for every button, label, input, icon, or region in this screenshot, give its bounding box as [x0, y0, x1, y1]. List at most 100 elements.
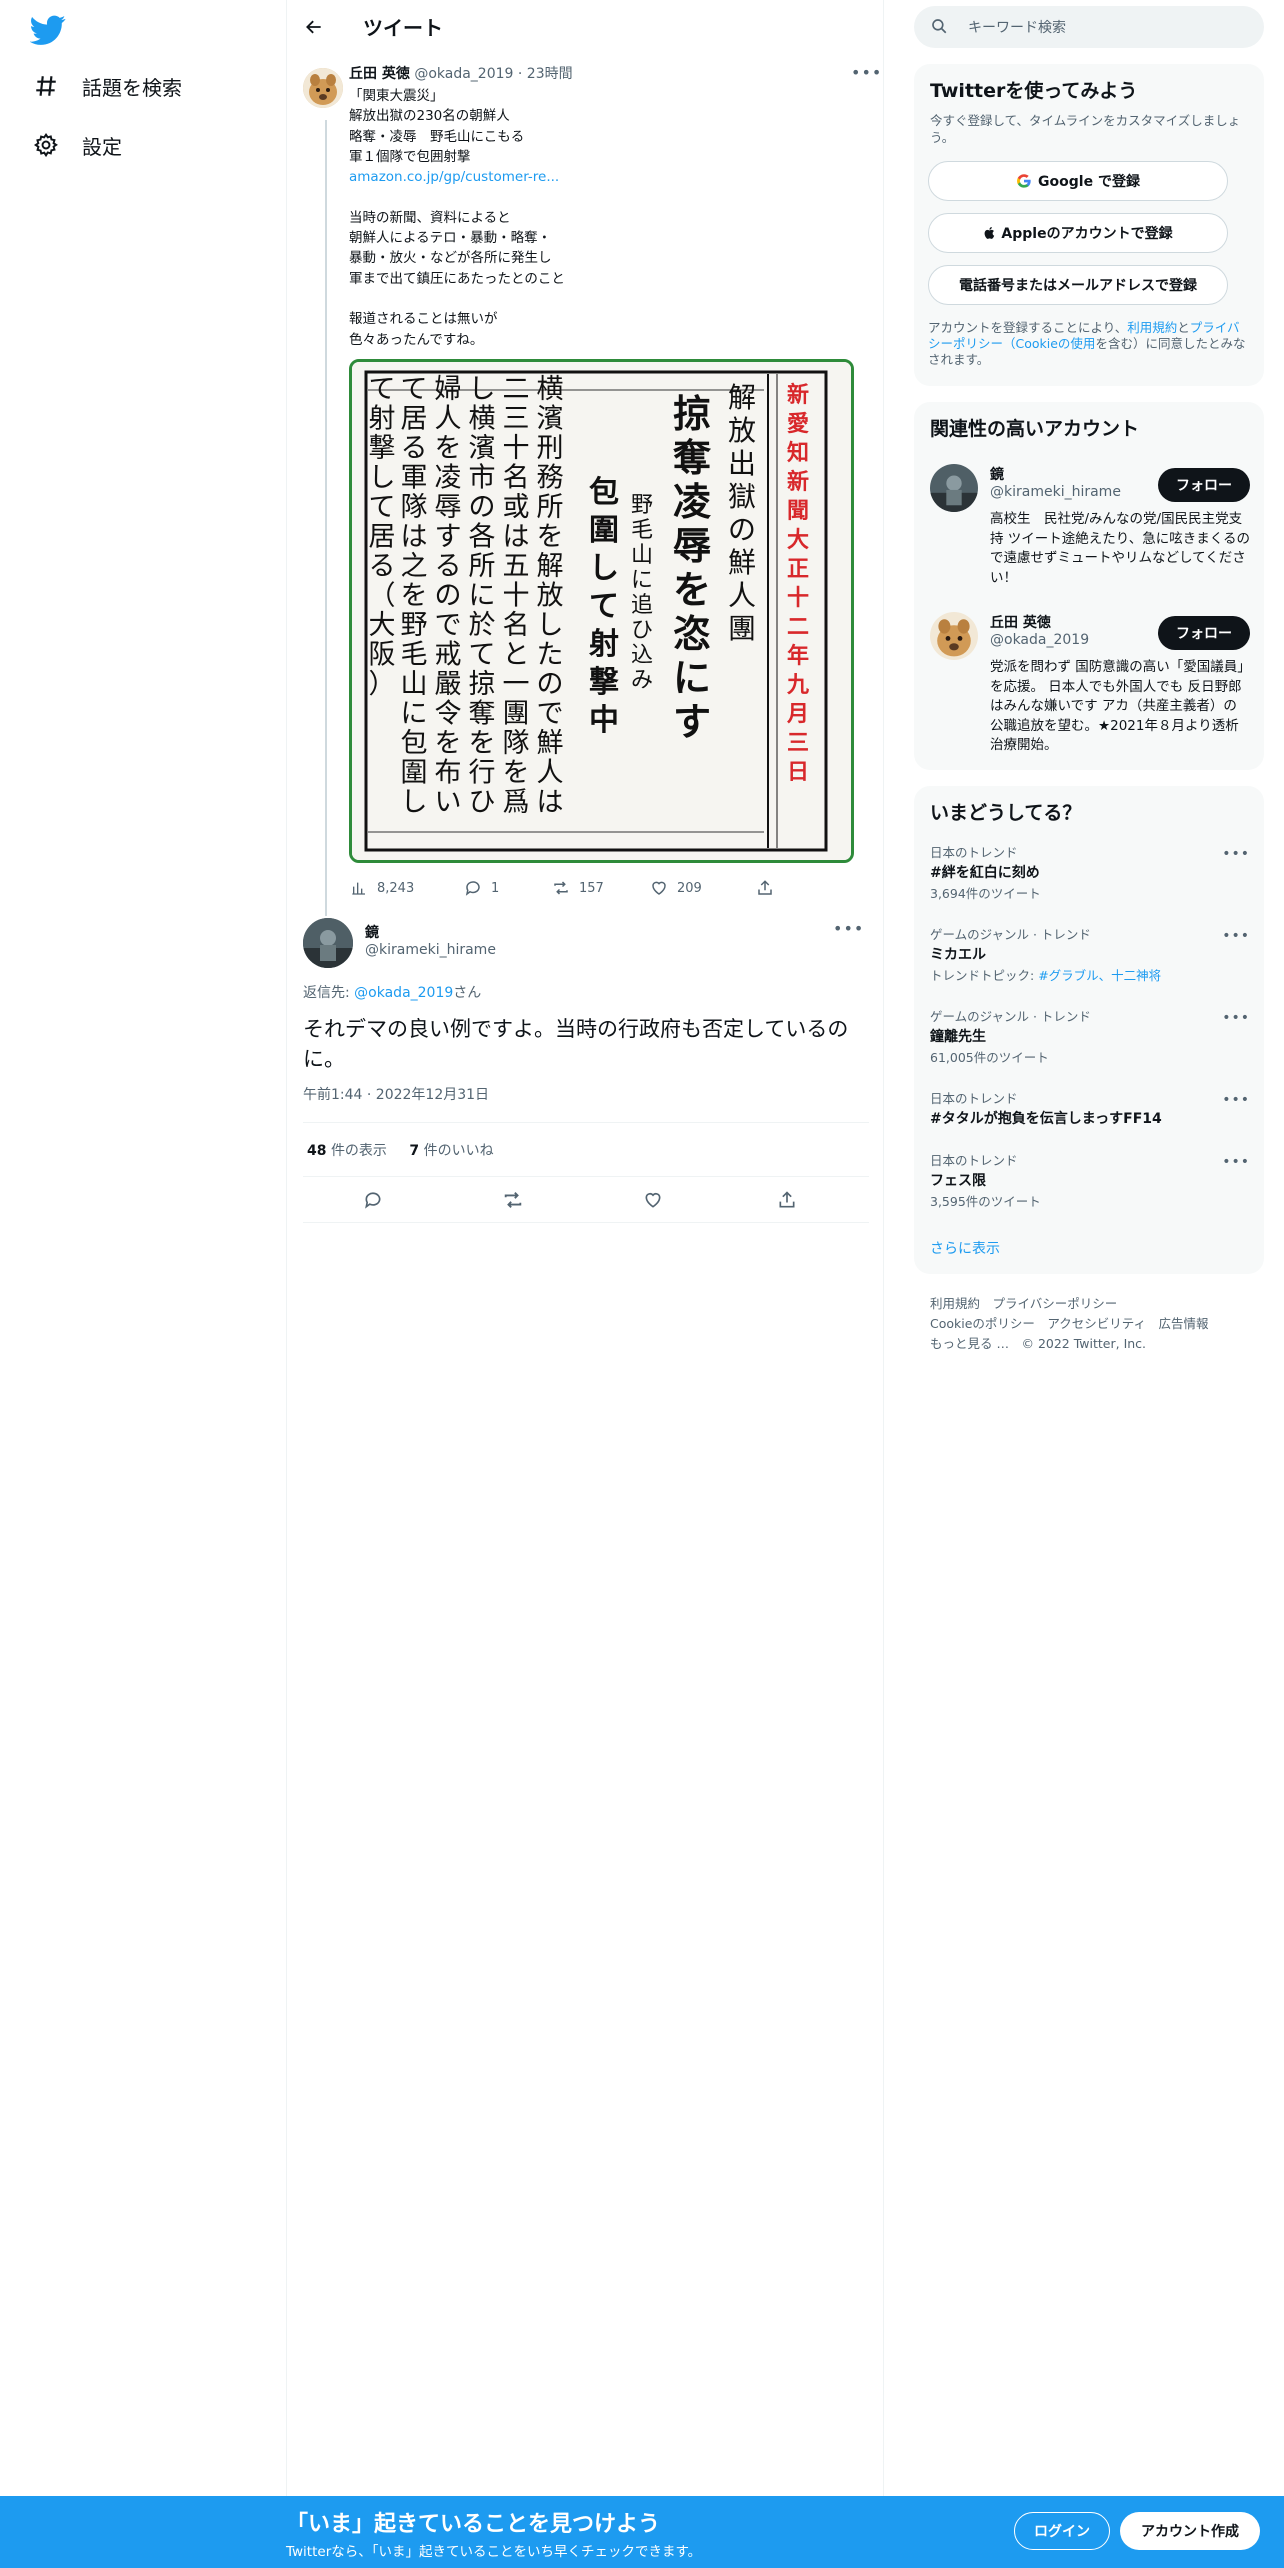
share-button[interactable] — [755, 878, 783, 898]
account-card[interactable]: 鏡 @kirameki_hirame フォロー 高校生 民社党/みんなの党/国民… — [914, 462, 1264, 598]
nav-explore[interactable]: 話題を検索 — [32, 66, 182, 106]
svg-text:二: 二 — [503, 374, 530, 405]
gear-icon — [32, 131, 60, 159]
trend-item[interactable]: 日本のトレンド #絆を紅白に刻め 3,694件のツイート ••• — [930, 844, 1250, 904]
svg-text:を: を — [435, 728, 462, 759]
tweet-image[interactable]: 新愛知新聞大正十二年九月三日解放出獄の鮮人團掠奪凌辱を恣にす野毛山に追ひ込み包圍… — [349, 359, 854, 863]
retweet-count: 157 — [579, 880, 604, 896]
account-name[interactable]: 丘田 英徳 — [990, 612, 1051, 632]
more-options-icon[interactable]: ••• — [1222, 1154, 1250, 1170]
more-options-icon[interactable]: ••• — [1222, 1092, 1250, 1108]
terms-link[interactable]: 利用規約 — [1127, 320, 1177, 335]
more-options-icon[interactable]: ••• — [851, 65, 881, 86]
author-handle[interactable]: @kirameki_hirame — [365, 942, 496, 958]
svg-text:ひ: ひ — [469, 787, 496, 818]
svg-text:射: 射 — [369, 404, 396, 435]
svg-text:放: 放 — [728, 414, 756, 447]
more-options-icon[interactable]: ••• — [1222, 928, 1250, 944]
svg-text:し: し — [589, 551, 619, 586]
reply-to-link[interactable]: @okada_2019 — [354, 985, 453, 1001]
back-arrow-icon[interactable] — [297, 10, 331, 44]
search-bar[interactable]: キーワード検索 — [914, 6, 1264, 48]
svg-text:で: で — [435, 610, 462, 641]
nav-settings[interactable]: 設定 — [32, 125, 122, 165]
svg-text:圍: 圍 — [401, 758, 428, 789]
more-options-icon[interactable]: ••• — [1222, 846, 1250, 862]
trends-title: いまどうしてる？ — [930, 802, 1082, 824]
avatar[interactable] — [930, 612, 978, 660]
tweet-line: 解放出獄の230名の朝鮮人 — [349, 108, 510, 125]
tweet-link[interactable]: amazon.co.jp/gp/customer-re... — [349, 167, 869, 187]
svg-text:山: 山 — [401, 669, 428, 700]
trend-item[interactable]: ゲームのジャンル · トレンド ミカエル トレンドトピック: #グラブル、十二神… — [930, 926, 1250, 986]
tweet-line: 色々あったんですね。 — [349, 331, 484, 348]
svg-text:婦: 婦 — [435, 374, 462, 405]
avatar[interactable] — [303, 918, 353, 968]
views-stat[interactable]: 48 件の表示 — [307, 1143, 387, 1159]
more-options-icon[interactable]: ••• — [833, 921, 863, 942]
svg-text:し: し — [369, 463, 396, 494]
phone-email-signup-button[interactable]: 電話番号またはメールアドレスで登録 — [928, 265, 1228, 305]
svg-text:辱: 辱 — [673, 523, 711, 568]
related-title: 関連性の高いアカウント — [930, 418, 1140, 440]
login-button[interactable]: ログイン — [1014, 2512, 1110, 2550]
image-body-column: 二三十名或は五十名と一團隊を爲 — [503, 374, 530, 818]
footer-line[interactable]: Cookieのポリシー アクセシビリティ 広告情報 — [930, 1314, 1250, 1334]
apple-signup-button[interactable]: Appleのアカウントで登録 — [928, 213, 1228, 253]
svg-text:込: 込 — [631, 643, 653, 668]
bottom-bar-subtitle: Twitterなら、「いま」起きていることをいち早くチェックできます。 — [286, 2544, 702, 2560]
retweet-icon[interactable] — [499, 1186, 527, 1214]
retweet-button[interactable]: 157 — [551, 878, 604, 898]
image-subhead: 包圍して射撃中 — [589, 475, 619, 738]
share-icon[interactable] — [773, 1186, 801, 1214]
svg-text:人: 人 — [435, 404, 462, 435]
like-button[interactable]: 209 — [649, 878, 702, 898]
trend-item[interactable]: 日本のトレンド #タタルが抱負を伝言しまっすFF14 ••• — [930, 1090, 1250, 1130]
tweet-line: 朝鮮人によるテロ・暴動・略奪・ — [349, 230, 552, 247]
follow-button[interactable]: フォロー — [1158, 468, 1250, 502]
heart-icon[interactable] — [639, 1186, 667, 1214]
twitter-logo-icon[interactable] — [29, 12, 66, 48]
divider — [303, 1222, 869, 1223]
account-handle[interactable]: @kirameki_hirame — [990, 484, 1121, 500]
footer-line[interactable]: もっと見る … © 2022 Twitter, Inc. — [930, 1334, 1250, 1354]
account-card[interactable]: 丘田 英徳 @okada_2019 フォロー 党派を問わず 国防意識の高い「愛国… — [914, 610, 1264, 760]
signup-button[interactable]: アカウント作成 — [1120, 2512, 1260, 2550]
trend-name: #絆を紅白に刻め — [930, 865, 1040, 881]
bottom-signup-bar: 「いま」起きていることを見つけよう Twitterなら、「いま」起きていることを… — [0, 2496, 1284, 2568]
svg-text:射: 射 — [589, 627, 619, 662]
footer-line[interactable]: 利用規約 プライバシーポリシー — [930, 1294, 1250, 1314]
tweet-stats: 48 件の表示 7 件のいいね — [307, 1140, 494, 1160]
trend-topics-links[interactable]: #グラブル、十二神将 — [1038, 968, 1161, 983]
bottom-bar-title: 「いま」起きていることを見つけよう — [286, 2512, 661, 2537]
follow-button[interactable]: フォロー — [1158, 616, 1250, 650]
author-name[interactable]: 丘田 英徳 — [349, 66, 410, 82]
author-handle[interactable]: @okada_2019 — [414, 66, 513, 82]
trend-item[interactable]: ゲームのジャンル · トレンド 鐘離先生 61,005件のツイート ••• — [930, 1008, 1250, 1068]
more-options-icon[interactable]: ••• — [1222, 1010, 1250, 1026]
svg-text:て: て — [401, 374, 428, 405]
search-input[interactable]: キーワード検索 — [968, 17, 1066, 37]
likes-stat[interactable]: 7 件のいいね — [409, 1143, 493, 1159]
tweet-text: それデマの良い例ですよ。当時の行政府も否定しているのに。 — [303, 1017, 849, 1071]
svg-text:て: て — [589, 589, 619, 624]
author-name[interactable]: 鏡 — [365, 922, 379, 942]
account-name[interactable]: 鏡 — [990, 464, 1004, 484]
views-stat[interactable]: 8,243 — [349, 878, 414, 898]
avatar[interactable] — [303, 68, 343, 108]
svg-text:包: 包 — [401, 728, 428, 759]
tweet-timestamp[interactable]: 午前1:44 · 2022年12月31日 — [303, 1084, 489, 1104]
trend-topics-prefix: トレンドトピック: — [930, 968, 1039, 983]
reply-button[interactable]: 1 — [463, 878, 499, 898]
reply-count: 1 — [491, 880, 500, 896]
avatar[interactable] — [930, 464, 978, 512]
trend-category: 日本のトレンド — [930, 845, 1018, 860]
svg-text:獄: 獄 — [728, 480, 756, 513]
show-more-link[interactable]: さらに表示 — [930, 1238, 1000, 1258]
account-handle[interactable]: @okada_2019 — [990, 632, 1089, 648]
reply-icon[interactable] — [359, 1186, 387, 1214]
trend-item[interactable]: 日本のトレンド フェス限 3,595件のツイート ••• — [930, 1152, 1250, 1212]
tweet-time[interactable]: 23時間 — [527, 66, 573, 82]
google-signup-button[interactable]: Google で登録 — [928, 161, 1228, 201]
